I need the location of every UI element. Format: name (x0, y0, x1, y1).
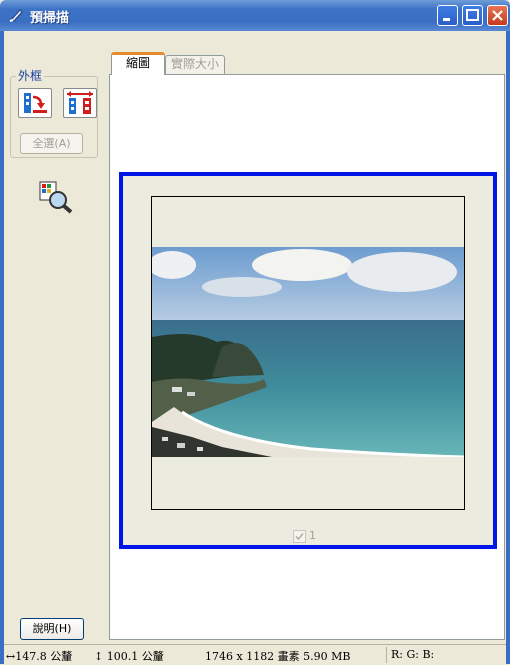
tab-actual-size[interactable]: 實際大小 (165, 55, 225, 74)
window-title: 預掃描 (30, 11, 70, 26)
status-width: ↔147.8 公釐 (6, 650, 73, 663)
close-button[interactable] (487, 5, 508, 26)
thumbnail-number: 1 (309, 529, 316, 542)
reset-frame-button[interactable] (63, 88, 97, 118)
thumbnail-checkbox[interactable] (293, 530, 306, 543)
tab-thumbnail[interactable]: 縮圖 (111, 52, 165, 75)
status-rgb: R: G: B: (391, 648, 435, 661)
frame-group-label: 外框 (16, 67, 45, 84)
help-button[interactable]: 說明(H) (20, 618, 84, 640)
scanned-photo-image[interactable] (152, 247, 464, 457)
close-icon (492, 10, 503, 21)
checkmark-icon (295, 532, 304, 541)
maximize-button[interactable] (462, 5, 483, 26)
select-all-button[interactable]: 全選(A) (20, 133, 83, 154)
minimize-button[interactable] (437, 5, 458, 26)
zoom-preview-button[interactable] (38, 180, 74, 214)
maximize-icon (466, 9, 479, 21)
window-border-left (0, 31, 4, 664)
scanner-app-icon (9, 9, 23, 22)
status-bar: ↔147.8 公釐 ↕ 100.1 公釐 1746 x 1182 畫素 5.90… (4, 644, 506, 665)
reset-frame-icon (67, 91, 93, 114)
window-border-right (506, 31, 510, 664)
status-image-info: 1746 x 1182 畫素 5.90 MB (205, 650, 351, 663)
minimize-icon (443, 18, 450, 21)
status-divider (386, 647, 387, 663)
title-bar: 預掃描 (0, 0, 510, 31)
auto-locate-button[interactable] (18, 88, 52, 118)
auto-locate-icon (24, 93, 47, 113)
status-height: ↕ 100.1 公釐 (94, 650, 164, 663)
magnifier-icon (39, 181, 73, 214)
